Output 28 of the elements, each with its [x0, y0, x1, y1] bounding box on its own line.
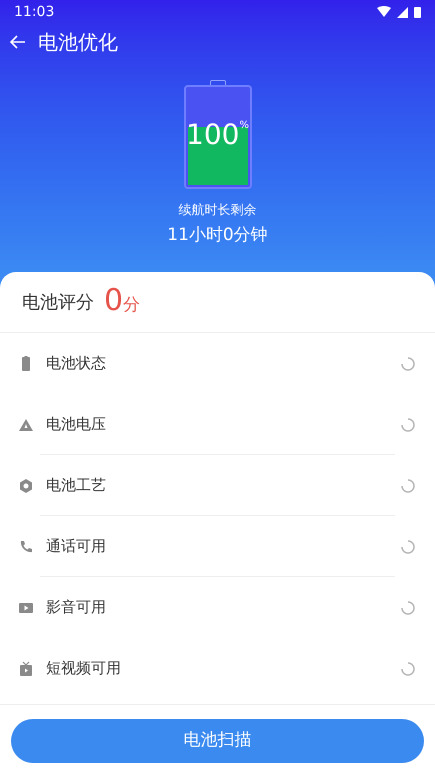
battery-percent: 100: [186, 121, 240, 149]
loading-spinner-icon: [401, 418, 415, 432]
wifi-icon: [377, 6, 391, 18]
battery-status-icon: [414, 6, 421, 18]
check-label: 电池状态: [46, 353, 107, 374]
loading-spinner-icon: [401, 540, 415, 554]
score-unit: 分: [123, 294, 140, 317]
phone-icon: [18, 538, 34, 554]
check-label: 电池工艺: [46, 475, 107, 496]
remaining-caption: 续航时长剩余: [178, 202, 256, 220]
signal-icon: [397, 6, 408, 18]
hexagon-icon: [18, 478, 34, 494]
status-time: 11:03: [14, 2, 54, 22]
scan-button[interactable]: 电池扫描: [11, 719, 424, 763]
loading-spinner-icon: [401, 600, 415, 614]
score-label: 电池评分: [22, 290, 94, 314]
score-value: 0: [104, 286, 124, 316]
loading-spinner-icon: [401, 662, 415, 676]
check-label: 短视频可用: [46, 658, 122, 680]
triangle-icon: [18, 416, 34, 432]
loading-spinner-icon: [401, 478, 415, 492]
tv-icon: [18, 660, 34, 676]
loading-spinner-icon: [401, 356, 415, 370]
check-label: 影音可用: [46, 597, 107, 618]
page-title: 电池优化: [38, 29, 118, 56]
check-label: 通话可用: [46, 536, 107, 558]
remaining-time: 11小时0分钟: [167, 224, 268, 246]
check-label: 电池电压: [46, 414, 107, 436]
